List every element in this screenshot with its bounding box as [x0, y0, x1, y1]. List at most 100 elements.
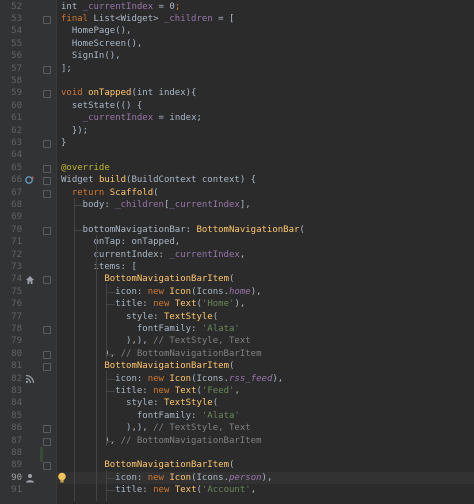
code-token: new: [147, 286, 170, 297]
indent-guide: [73, 205, 83, 207]
fold-marker[interactable]: [43, 425, 51, 434]
line-number: 72: [11, 249, 22, 260]
fold-marker[interactable]: [43, 462, 51, 471]
code-line[interactable]: [57, 149, 474, 161]
code-token: BottomNavigationBarItem: [104, 361, 229, 372]
code-line[interactable]: });: [57, 125, 474, 137]
code-line[interactable]: items: [: [57, 261, 474, 273]
code-token: TextStyle: [163, 398, 213, 409]
code-line[interactable]: }: [57, 137, 474, 149]
code-line[interactable]: body: _children[_currentIndex],: [57, 199, 474, 211]
code-token: Icon: [169, 373, 192, 384]
fold-marker[interactable]: [43, 363, 51, 372]
fold-marker[interactable]: [43, 164, 51, 173]
line-number: 88: [11, 447, 22, 458]
code-line[interactable]: ];: [57, 63, 474, 75]
code-line[interactable]: title: new Text('Home'),: [57, 298, 474, 310]
code-area[interactable]: int _currentIndex = 0; final List<Widget>…: [57, 0, 474, 504]
code-line[interactable]: int _currentIndex = 0;: [57, 1, 474, 13]
code-line[interactable]: style: TextStyle(: [57, 397, 474, 409]
code-token: rss_feed: [229, 373, 273, 384]
code-line[interactable]: ),), // TextStyle, Text: [57, 335, 474, 347]
code-line[interactable]: [57, 75, 474, 87]
line-number: 90: [11, 472, 22, 483]
line-number: 74: [11, 274, 22, 285]
code-token: (: [228, 460, 235, 471]
line-number: 65: [11, 162, 22, 173]
fold-marker[interactable]: [43, 276, 51, 285]
code-line[interactable]: @override: [57, 162, 474, 174]
fold-marker[interactable]: [43, 325, 51, 334]
gutter[interactable]: 52 53 54 55 56 57 58 59 60 61 62 63 64 65 66 67 68 69 70 71…: [0, 0, 56, 504]
code-line[interactable]: [57, 211, 474, 223]
code-line[interactable]: [57, 447, 474, 459]
code-line[interactable]: icon: new Icon(Icons.rss_feed),: [57, 373, 474, 385]
line-number: 60: [11, 100, 22, 111]
line-number: 84: [11, 398, 22, 409]
indent-guide: [106, 304, 116, 306]
code-line[interactable]: BottomNavigationBarItem(: [57, 273, 474, 285]
code-line[interactable]: HomeScreen(),: [57, 38, 474, 50]
code-line[interactable]: final List<Widget> _children = [: [57, 13, 474, 25]
fold-marker[interactable]: [43, 90, 51, 99]
code-line[interactable]: _currentIndex = index;: [57, 112, 474, 124]
code-line[interactable]: bottomNavigationBar: BottomNavigationBar…: [57, 224, 474, 236]
code-line[interactable]: fontFamily: 'Alata': [57, 410, 474, 422]
rss-feed-icon: [25, 374, 35, 383]
code-token: style:: [61, 311, 164, 322]
code-token: =: [153, 1, 170, 12]
code-token: build: [98, 175, 127, 186]
code-line[interactable]: BottomNavigationBarItem(: [57, 360, 474, 372]
fold-marker[interactable]: [43, 65, 51, 74]
code-token: onTapped: [88, 88, 132, 99]
code-token: }: [61, 137, 67, 148]
fold-marker[interactable]: [43, 226, 51, 235]
code-line[interactable]: title: new Text('Feed',: [57, 385, 474, 397]
code-token: home: [229, 286, 251, 297]
code-line[interactable]: currentIndex: _currentIndex,: [57, 249, 474, 261]
code-line[interactable]: onTap: onTapped,: [57, 236, 474, 248]
line-number: 87: [11, 435, 22, 446]
indent-guide: [106, 490, 116, 492]
lightbulb-icon[interactable]: [57, 472, 67, 484]
code-token: BottomNavigationBarItem: [104, 460, 229, 471]
fold-marker[interactable]: [43, 350, 51, 359]
code-line[interactable]: style: TextStyle(: [57, 311, 474, 323]
fold-marker[interactable]: [43, 437, 51, 446]
code-token: onTap: onTapped,: [61, 237, 181, 248]
fold-marker[interactable]: [43, 139, 51, 148]
code-line[interactable]: icon: new Icon(Icons.person),: [57, 471, 474, 485]
code-token: void: [61, 88, 89, 99]
code-line[interactable]: return Scaffold(: [57, 187, 474, 199]
fold-marker[interactable]: [43, 177, 51, 186]
code-token: 'Feed': [201, 385, 235, 396]
fold-marker[interactable]: [43, 15, 51, 24]
code-token: @override: [61, 162, 110, 173]
line-number: 57: [11, 63, 22, 74]
code-line[interactable]: icon: new Icon(Icons.home),: [57, 286, 474, 298]
code-line[interactable]: ), // BottomNavigationBarItem: [57, 348, 474, 360]
line-number: 67: [11, 187, 22, 198]
code-editor[interactable]: 52 53 54 55 56 57 58 59 60 61 62 63 64 65 66 67 68 69 70 71…: [0, 0, 474, 504]
code-line[interactable]: ), // BottomNavigationBarItem: [57, 435, 474, 447]
code-token: Text: [174, 299, 197, 310]
code-line[interactable]: setState(() {: [57, 100, 474, 112]
code-token: TextStyle: [163, 311, 213, 322]
code-line[interactable]: void onTapped(int index){: [57, 87, 474, 99]
code-token: final: [61, 13, 94, 24]
code-line[interactable]: BottomNavigationBarItem(: [57, 459, 474, 471]
code-token: // TextStyle, Text: [153, 423, 251, 434]
code-token: ,: [234, 385, 240, 396]
code-line[interactable]: title: new Text('Account',: [57, 484, 474, 496]
code-line[interactable]: ),), // TextStyle, Text: [57, 422, 474, 434]
line-number: 77: [11, 311, 22, 322]
fold-marker[interactable]: [43, 189, 51, 198]
code-line[interactable]: Widget build(BuildContext context) {: [57, 174, 474, 186]
code-line[interactable]: HomePage(),: [57, 25, 474, 37]
code-token: fontFamily:: [61, 323, 202, 334]
code-line[interactable]: SignIn(),: [57, 50, 474, 62]
override-indicator-icon[interactable]: [25, 175, 35, 185]
code-line[interactable]: fontFamily: 'Alata': [57, 323, 474, 335]
code-token: Scaffold: [109, 187, 154, 198]
